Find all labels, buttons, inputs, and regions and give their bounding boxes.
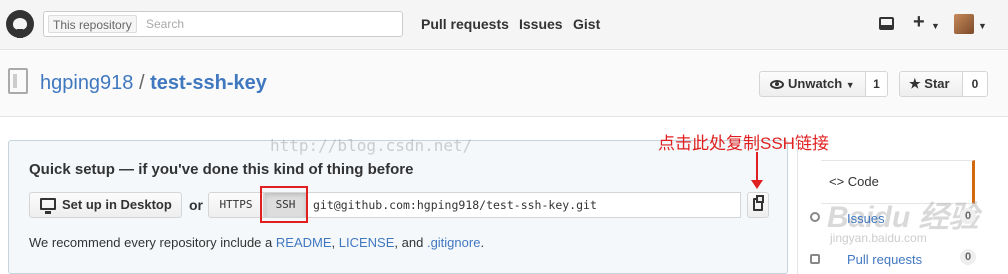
nav-issues[interactable]: Issues [519, 16, 563, 32]
gitignore-link[interactable]: .gitignore [427, 235, 480, 250]
ssh-highlight-box [260, 186, 308, 223]
repo-title: hgping918 / test-ssh-key [40, 72, 267, 95]
setup-desktop-button[interactable]: Set up in Desktop [29, 192, 182, 218]
site-header: This repository Search Pull requests Iss… [0, 0, 1008, 50]
arrow-down-icon [751, 180, 763, 189]
sidebar-item-pull-requests[interactable]: Pull requests [847, 252, 922, 267]
period: . [480, 235, 485, 250]
eye-icon [770, 80, 784, 89]
https-button[interactable]: HTTPS [208, 192, 264, 218]
watch-count[interactable]: 1 [865, 71, 888, 97]
repo-owner-link[interactable]: hgping918 [40, 72, 133, 94]
sidebar-divider [797, 140, 798, 274]
comma: , [331, 235, 336, 250]
plus-icon[interactable]: + [913, 11, 925, 34]
or-text: or [189, 197, 203, 213]
search-field[interactable]: This repository Search [43, 11, 403, 37]
sidebar-code-label: <> Code [829, 174, 879, 189]
repo-sidebar: <> Code Baidu 经验 Issues 0 jingyan.baidu.… [797, 140, 1008, 274]
clipboard-icon [753, 195, 764, 211]
issue-icon [810, 212, 820, 222]
readme-link[interactable]: README [276, 235, 332, 250]
inbox-icon[interactable] [879, 17, 894, 30]
repo-separator: / [139, 72, 145, 94]
nav-pull-requests[interactable]: Pull requests [421, 16, 509, 32]
annotation-arrow [756, 152, 758, 182]
star-icon: ★ [909, 76, 921, 91]
github-logo-icon[interactable] [6, 10, 34, 38]
license-link[interactable]: LICENSE [339, 235, 395, 250]
chevron-down-icon[interactable]: ▼ [978, 21, 987, 31]
repo-header: hgping918 / test-ssh-key Unwatch ▼ 1 ★ S… [0, 51, 1008, 117]
setup-desktop-label: Set up in Desktop [62, 197, 172, 212]
quick-setup-title: Quick setup — if you've done this kind o… [29, 161, 414, 178]
recommend-text: We recommend every repository include a … [29, 235, 484, 250]
search-scope-label: This repository [48, 15, 137, 33]
search-input[interactable]: Search [146, 17, 184, 31]
repo-icon [8, 68, 28, 94]
baidu-watermark-url: jingyan.baidu.com [830, 231, 927, 245]
avatar[interactable] [954, 14, 974, 34]
desktop-download-icon [40, 198, 56, 214]
quick-setup-box: Quick setup — if you've done this kind o… [8, 140, 788, 274]
and-text: , and [394, 235, 424, 250]
star-count[interactable]: 0 [962, 71, 988, 97]
copy-url-button[interactable] [747, 192, 769, 218]
unwatch-label: Unwatch [788, 76, 843, 91]
recommend-prefix: We recommend every repository include a [29, 235, 273, 250]
chevron-down-icon[interactable]: ▼ [931, 21, 940, 31]
repo-name-link[interactable]: test-ssh-key [150, 72, 267, 94]
pull-requests-count: 0 [960, 249, 976, 265]
pull-request-icon [810, 254, 820, 264]
issues-count: 0 [960, 208, 976, 224]
unwatch-button[interactable]: Unwatch ▼ [759, 71, 866, 97]
csdn-watermark: http://blog.csdn.net/ [270, 136, 473, 155]
clone-url-input[interactable]: git@github.com:hgping918/test-ssh-key.gi… [307, 192, 741, 218]
star-button[interactable]: ★ Star [899, 71, 963, 97]
nav-gist[interactable]: Gist [573, 16, 600, 32]
chevron-down-icon: ▼ [845, 80, 855, 90]
star-label: Star [924, 76, 950, 91]
sidebar-item-issues[interactable]: Issues [847, 211, 885, 226]
